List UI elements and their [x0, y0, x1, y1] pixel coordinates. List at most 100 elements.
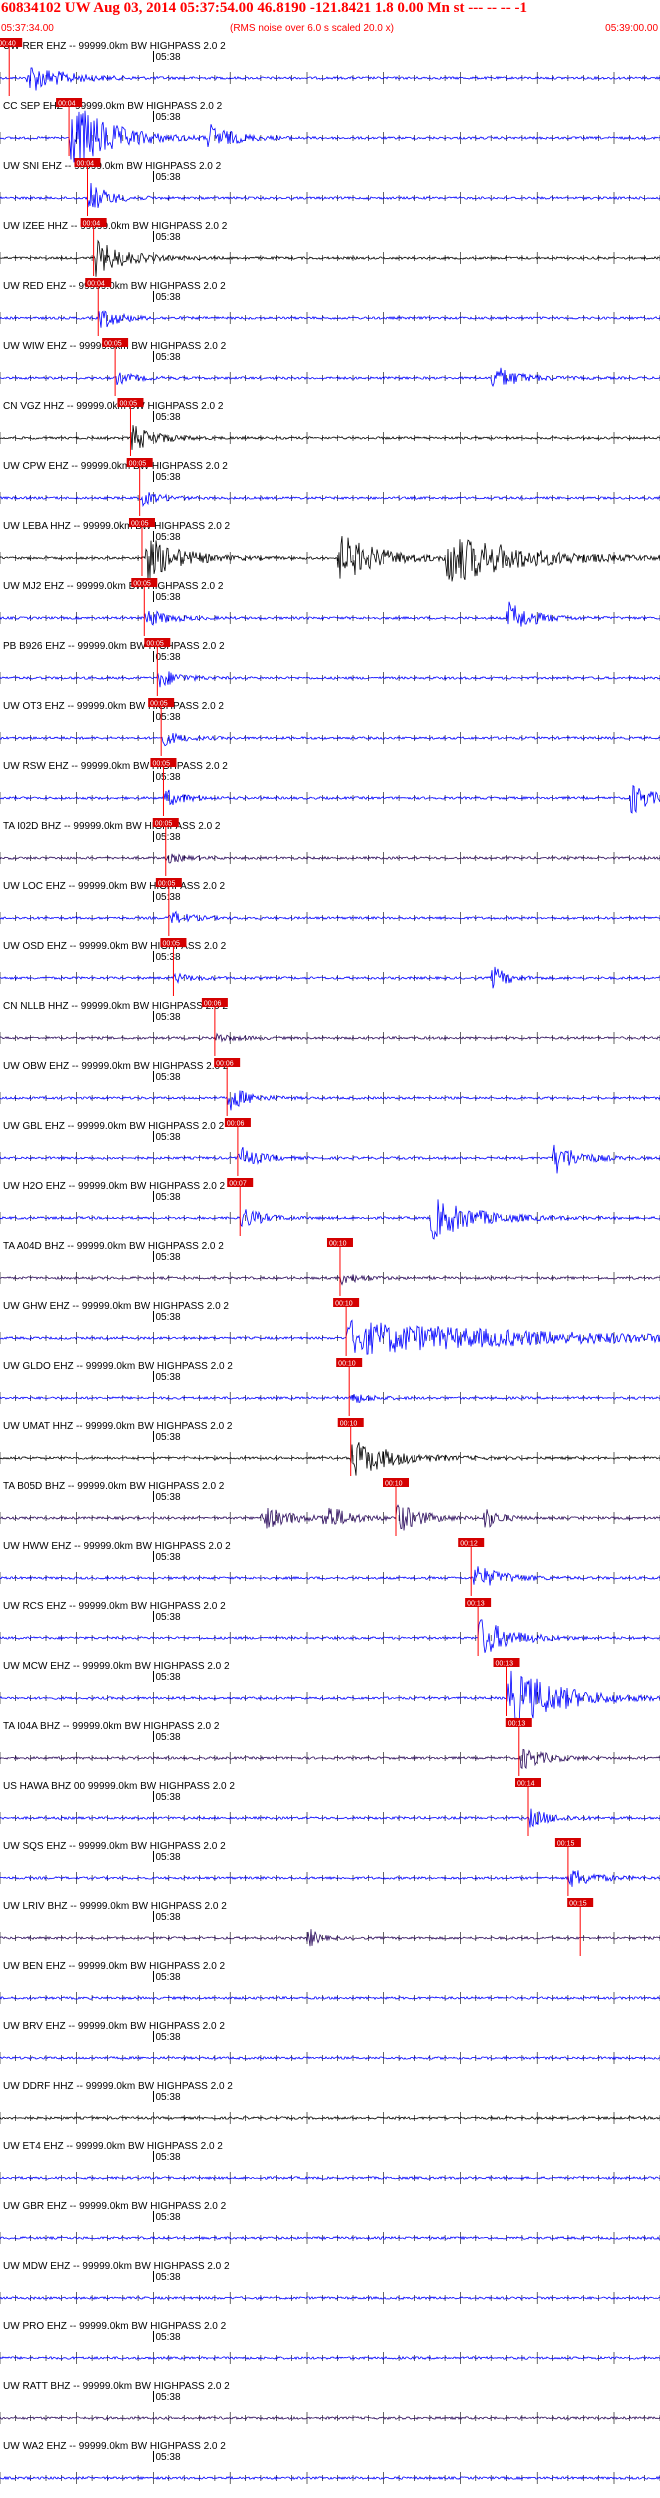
channel-label: UW OBW EHZ -- 99999.0km BW HIGHPASS 2.0 …: [3, 1061, 229, 1072]
pick-label: 00:05: [131, 521, 149, 528]
time-tick-label: 05:38: [155, 2212, 180, 2223]
pick-label: 00:05: [119, 401, 137, 408]
time-tick-label: 05:38: [155, 532, 180, 543]
event-title: 60834102 UW Aug 03, 2014 05:37:54.00 46.…: [1, 0, 527, 16]
pick-label: 00:10: [340, 1421, 358, 1428]
waveform-trace: [0, 2175, 660, 2181]
pick-label: 00:40: [0, 41, 16, 48]
waveform-trace: [0, 1995, 660, 2001]
time-tick-label: 05:38: [155, 832, 180, 843]
waveform-trace: [0, 671, 660, 688]
time-tick-label: 05:38: [155, 1372, 180, 1383]
channel-label: UW RER EHZ -- 99999.0km BW HIGHPASS 2.0 …: [3, 41, 226, 52]
channel-label: PB B926 EHZ -- 99999.0km BW HIGHPASS 2.0…: [3, 641, 225, 652]
channel-row: UW WA2 EHZ -- 99999.0km BW HIGHPASS 2.0 …: [0, 2441, 660, 2484]
waveform-trace: [0, 853, 660, 864]
channel-label: CC SEP EHZ -- 99999.0km BW HIGHPASS 2.0 …: [3, 101, 223, 112]
time-ticks: [0, 612, 660, 624]
channel-row: UW RCS EHZ -- 99999.0km BW HIGHPASS 2.0 …: [0, 1598, 660, 1656]
pick-label: 00:15: [569, 1901, 587, 1908]
channel-row: UW WIW EHZ -- 99999.0km BW HIGHPASS 2.0 …: [0, 338, 660, 396]
channel-label: TA I04A BHZ -- 99999.0km BW HIGHPASS 2.0…: [3, 1721, 220, 1732]
time-tick-label: 05:38: [155, 1552, 180, 1563]
channel-row: CN NLLB HHZ -- 99999.0km BW HIGHPASS 2.0…: [0, 998, 660, 1056]
time-tick-label: 05:38: [155, 112, 180, 123]
channel-row: UW DDRF HHZ -- 99999.0km BW HIGHPASS 2.0…: [0, 2081, 660, 2124]
channel-label: UW CPW EHZ -- 99999.0km BW HIGHPASS 2.0 …: [3, 461, 228, 472]
waveform-trace: [0, 1870, 660, 1887]
time-tick-label: 05:38: [155, 292, 180, 303]
channel-label: UW HWW EHZ -- 99999.0km BW HIGHPASS 2.0 …: [3, 1541, 231, 1552]
time-tick-label: 05:38: [155, 1792, 180, 1803]
channel-label: UW OSD EHZ -- 99999.0km BW HIGHPASS 2.0 …: [3, 941, 227, 952]
waveform-trace: [0, 1090, 660, 1111]
pick-label: 00:15: [557, 1841, 575, 1848]
pick-label: 00:07: [229, 1181, 247, 1188]
pick-label: 00:13: [496, 1661, 514, 1668]
time-tick-label: 05:38: [155, 1192, 180, 1203]
channel-row: CC SEP EHZ -- 99999.0km BW HIGHPASS 2.0 …: [0, 98, 660, 163]
channel-label: UW WA2 EHZ -- 99999.0km BW HIGHPASS 2.0 …: [3, 2441, 226, 2452]
time-tick-label: 05:38: [155, 2272, 180, 2283]
channel-label: UW GBR EHZ -- 99999.0km BW HIGHPASS 2.0 …: [3, 2201, 227, 2212]
time-tick-label: 05:38: [155, 772, 180, 783]
channel-label: UW BRV EHZ -- 99999.0km BW HIGHPASS 2.0 …: [3, 2021, 225, 2032]
channel-row: UW SQS EHZ -- 99999.0km BW HIGHPASS 2.0 …: [0, 1838, 660, 1896]
channel-row: UW UMAT HHZ -- 99999.0km BW HIGHPASS 2.0…: [0, 1418, 660, 1476]
channel-label: UW OT3 EHZ -- 99999.0km BW HIGHPASS 2.0 …: [3, 701, 224, 712]
time-tick-label: 05:38: [155, 592, 180, 603]
waveform-trace: [0, 1929, 660, 1947]
channel-row: CN VGZ HHZ -- 99999.0km BW HIGHPASS 2.0 …: [0, 398, 660, 456]
channel-label: UW MDW EHZ -- 99999.0km BW HIGHPASS 2.0 …: [3, 2261, 230, 2272]
waveform-trace: [0, 110, 660, 163]
time-tick-label: 05:38: [155, 1912, 180, 1923]
time-tick-label: 05:38: [155, 952, 180, 963]
waveform-trace: [0, 310, 660, 328]
time-tick-label: 05:38: [155, 1732, 180, 1743]
waveform-trace: [0, 1199, 660, 1240]
time-tick-label: 05:38: [155, 2452, 180, 2463]
pick-label: 00:05: [146, 641, 164, 648]
waveform-trace: [0, 1442, 660, 1476]
pick-label: 00:06: [204, 1001, 222, 1008]
waveform-trace: [0, 966, 660, 989]
channel-row: UW RSW EHZ -- 99999.0km BW HIGHPASS 2.0 …: [0, 758, 660, 816]
time-tick-label: 05:38: [155, 1432, 180, 1443]
channel-row: UW LEBA HHZ -- 99999.0km BW HIGHPASS 2.0…: [0, 518, 660, 582]
pick-label: 00:05: [133, 581, 151, 588]
waveform-trace: [0, 2115, 660, 2121]
waveform-trace: [0, 1032, 660, 1043]
time-tick-label: 05:38: [155, 1852, 180, 1863]
channel-row: UW OBW EHZ -- 99999.0km BW HIGHPASS 2.0 …: [0, 1058, 660, 1116]
pick-label: 00:12: [460, 1541, 478, 1548]
time-tick-label: 05:38: [155, 1132, 180, 1143]
time-tick-label: 05:38: [155, 472, 180, 483]
pick-label: 00:04: [58, 101, 76, 108]
pick-label: 00:14: [517, 1781, 535, 1788]
pick-label: 00:10: [335, 1301, 353, 1308]
time-tick-label: 05:38: [155, 1492, 180, 1503]
waveform-trace: [0, 182, 660, 208]
channel-row: UW MCW EHZ -- 99999.0km BW HIGHPASS 2.0 …: [0, 1658, 660, 1726]
channel-label: CN NLLB HHZ -- 99999.0km BW HIGHPASS 2.0…: [3, 1001, 228, 1012]
channel-row: TA I02D BHZ -- 99999.0km BW HIGHPASS 2.0…: [0, 818, 660, 876]
channel-label: UW GLDO EHZ -- 99999.0km BW HIGHPASS 2.0…: [3, 1361, 233, 1372]
channel-row: UW BRV EHZ -- 99999.0km BW HIGHPASS 2.0 …: [0, 2021, 660, 2064]
time-tick-label: 05:38: [155, 352, 180, 363]
channel-label: UW SNI EHZ -- 99999.0km BW HIGHPASS 2.0 …: [3, 161, 222, 172]
waveform-trace: [0, 1319, 660, 1355]
channel-row: UW CPW EHZ -- 99999.0km BW HIGHPASS 2.0 …: [0, 458, 660, 516]
channel-label: UW DDRF HHZ -- 99999.0km BW HIGHPASS 2.0…: [3, 2081, 233, 2092]
time-tick-label: 05:38: [155, 1012, 180, 1023]
channel-row: UW OSD EHZ -- 99999.0km BW HIGHPASS 2.0 …: [0, 938, 660, 996]
channel-label: UW SQS EHZ -- 99999.0km BW HIGHPASS 2.0 …: [3, 1841, 226, 1852]
channel-row: UW LRIV BHZ -- 99999.0km BW HIGHPASS 2.0…: [0, 1898, 660, 1956]
channel-row: UW GBL EHZ -- 99999.0km BW HIGHPASS 2.0 …: [0, 1118, 660, 1176]
channel-row: UW MDW EHZ -- 99999.0km BW HIGHPASS 2.0 …: [0, 2261, 660, 2304]
pick-label: 00:04: [76, 161, 94, 168]
channel-row: UW RATT BHZ -- 99999.0km BW HIGHPASS 2.0…: [0, 2381, 660, 2424]
channel-row: UW IZEE HHZ -- 99999.0km BW HIGHPASS 2.0…: [0, 218, 660, 277]
time-tick-label: 05:38: [155, 172, 180, 183]
waveform-trace: [0, 536, 660, 582]
pick-label: 00:10: [329, 1241, 347, 1248]
